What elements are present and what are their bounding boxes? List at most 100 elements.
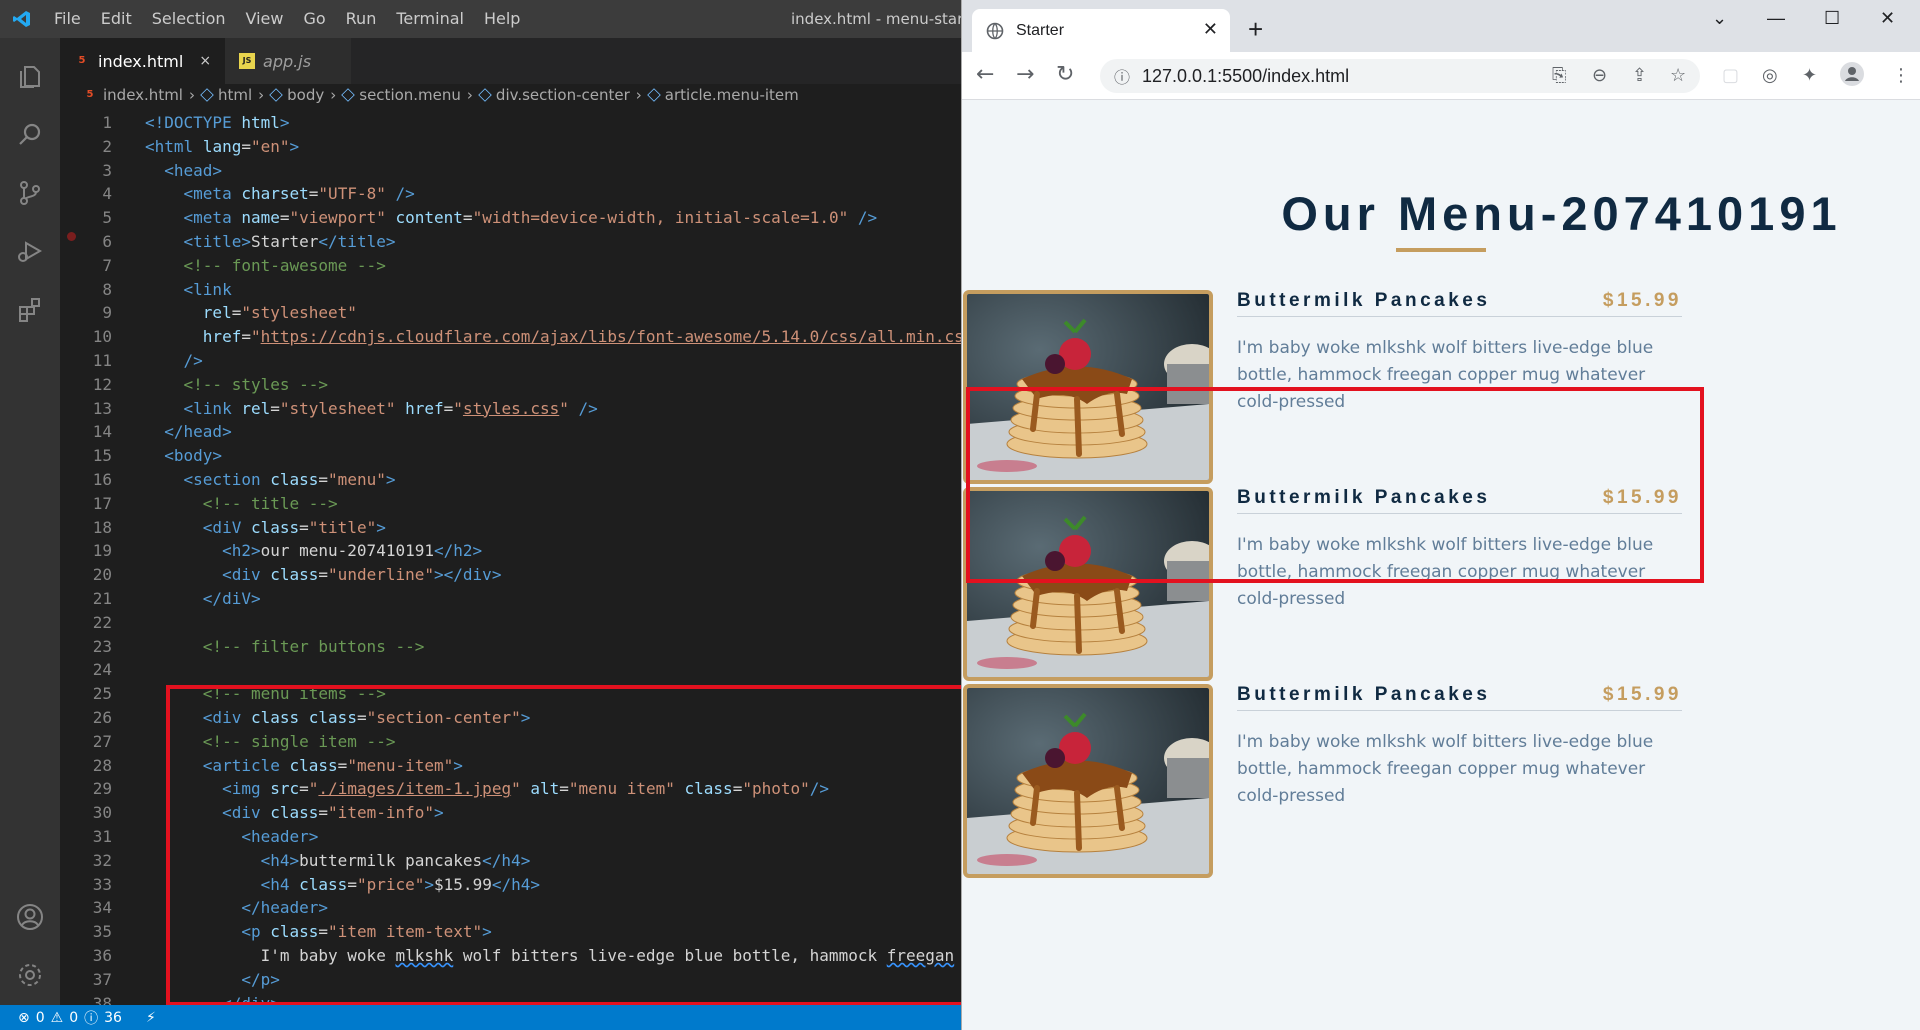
breadcrumb-item[interactable]: div.section-center: [478, 86, 630, 104]
menu-item: Buttermilk Pancakes $15.99 I'm baby woke…: [962, 487, 1702, 681]
item-description: I'm baby woke mlkshk wolf bitters live-e…: [1237, 732, 1654, 806]
symbol-element-icon: [269, 88, 283, 102]
code-line: 11 />: [92, 351, 203, 370]
back-icon[interactable]: ←: [976, 62, 994, 87]
tab-index-html[interactable]: 5 index.html ×: [60, 38, 226, 84]
code-line: 19 <h2>our menu-207410191</h2>: [92, 541, 483, 561]
reload-icon[interactable]: ↻: [1056, 62, 1074, 87]
menu-item: Buttermilk Pancakes $15.99 I'm baby woke…: [962, 684, 1702, 878]
minimize-icon[interactable]: —: [1767, 8, 1785, 29]
code-line: 38 </div>: [92, 993, 280, 1005]
browser-tab[interactable]: Starter ✕: [972, 9, 1230, 52]
live-server-icon[interactable]: ⚡: [146, 1010, 156, 1026]
maximize-icon[interactable]: ☐: [1824, 8, 1840, 29]
search-icon[interactable]: [0, 106, 60, 164]
code-line: 13 <link rel="stylesheet" href="styles.c…: [92, 398, 598, 418]
javascript-icon: JS: [239, 53, 256, 69]
forward-icon[interactable]: →: [1016, 62, 1034, 87]
extension-icon[interactable]: ◎: [1762, 65, 1778, 86]
title-underline: [1396, 248, 1486, 252]
breadcrumb-item[interactable]: section.menu: [341, 86, 461, 104]
menu-selection[interactable]: Selection: [142, 0, 236, 38]
error-icon[interactable]: ⊗: [18, 1010, 30, 1026]
more-menu-icon[interactable]: ⋮: [1892, 65, 1910, 86]
address-bar[interactable]: ⓘ 127.0.0.1:5500/index.html: [1100, 59, 1700, 93]
code-line: 22: [92, 612, 112, 632]
code-line: 20 <div class="underline"></div>: [92, 565, 502, 585]
breadcrumb-item[interactable]: body: [269, 86, 324, 104]
browser-toolbar: ← → ↻ ⓘ 127.0.0.1:5500/index.html ⎘ ⊖ ⇪ …: [962, 52, 1920, 100]
menu-run[interactable]: Run: [336, 0, 387, 38]
code-line: 27 <!-- single item -->: [92, 731, 396, 751]
breadcrumb-item[interactable]: 5 index.html: [82, 86, 183, 104]
tab-label: index.html: [98, 51, 184, 71]
chevron-right-icon: ›: [635, 86, 642, 104]
extensions-icon[interactable]: [0, 280, 60, 338]
browser-tab-title: Starter: [1016, 21, 1065, 39]
files-icon[interactable]: [0, 48, 60, 106]
code-line: 16 <section class="menu">: [92, 470, 396, 489]
bookmark-star-icon[interactable]: ☆: [1670, 65, 1686, 86]
zoom-icon[interactable]: ⊖: [1592, 65, 1607, 86]
code-line: 12 <!-- styles -->: [92, 374, 329, 394]
html5-icon: 5: [86, 89, 94, 100]
profile-avatar-icon[interactable]: [1839, 61, 1865, 92]
code-editor[interactable]: 1 <!DOCTYPE html> 2 <html lang="en"> 3 <he…: [60, 108, 961, 1005]
code-line: 15 <body>: [92, 446, 223, 466]
code-line: 17 <!-- title -->: [92, 493, 338, 513]
warning-icon[interactable]: ⚠: [51, 1010, 64, 1026]
browser-tab-bar: Starter ✕ + ⌄ — ☐ ✕: [962, 0, 1920, 52]
window-title: index.html - menu-starte: [791, 10, 961, 28]
code-line: 21 </diV>: [92, 589, 261, 608]
breadcrumb: 5 index.html › html › body › section.menu…: [60, 84, 961, 106]
code-line: 31 <header>: [92, 827, 319, 846]
menu-go[interactable]: Go: [293, 0, 335, 38]
code-line: 32 <h4>buttermilk pancakes</h4>: [92, 850, 531, 870]
activity-bar: [0, 38, 60, 1005]
run-debug-icon[interactable]: [0, 222, 60, 280]
code-line: 33 <h4 class="price">$15.99</h4>: [92, 874, 540, 894]
code-line: 7 <!-- font-awesome -->: [102, 255, 386, 275]
menu-help[interactable]: Help: [474, 0, 530, 38]
share-icon[interactable]: ⇪: [1632, 65, 1647, 86]
extension-icon[interactable]: ▢: [1722, 65, 1739, 86]
chevron-down-icon[interactable]: ⌄: [1712, 8, 1727, 29]
menu-edit[interactable]: Edit: [91, 0, 142, 38]
menu-view[interactable]: View: [236, 0, 294, 38]
item-name: Buttermilk Pancakes: [1237, 684, 1491, 705]
code-line: 28 <article class="menu-item">: [92, 755, 463, 775]
info-icon[interactable]: ⓘ: [84, 1008, 98, 1028]
puzzle-icon[interactable]: ✦: [1802, 65, 1817, 86]
source-control-icon[interactable]: [0, 164, 60, 222]
html5-icon: 5: [78, 55, 86, 66]
translate-icon[interactable]: ⎘: [1552, 65, 1566, 86]
close-icon[interactable]: ×: [199, 53, 211, 69]
breadcrumb-item[interactable]: html: [200, 86, 252, 104]
close-window-icon[interactable]: ✕: [1880, 8, 1895, 29]
code-line: 34 </header>: [92, 898, 329, 918]
symbol-element-icon: [478, 88, 492, 102]
code-line: 24: [92, 660, 112, 680]
code-line: 25 <!-- menu items -->: [92, 684, 386, 704]
settings-gear-icon[interactable]: [0, 946, 60, 1004]
code-line: 18 <diV class="title">: [92, 517, 386, 537]
close-icon[interactable]: ✕: [1203, 19, 1218, 40]
code-line: 37 </p>: [92, 969, 280, 989]
info-icon[interactable]: ⓘ: [1114, 64, 1130, 88]
chevron-right-icon: ›: [330, 86, 337, 104]
item-name: Buttermilk Pancakes: [1237, 290, 1491, 311]
code-line: 3 <head>: [102, 160, 223, 180]
menu-file[interactable]: File: [44, 0, 91, 38]
tab-app-js[interactable]: JS app.js: [225, 38, 352, 84]
menu-terminal[interactable]: Terminal: [386, 0, 474, 38]
code-line: 4 <meta charset="UTF-8" />: [102, 184, 415, 204]
warning-count: 0: [69, 1009, 79, 1026]
vscode-logo-icon: [0, 0, 44, 38]
account-icon[interactable]: [0, 888, 60, 946]
menu-item: Buttermilk Pancakes $15.99 I'm baby woke…: [962, 290, 1702, 484]
item-price: $15.99: [1602, 487, 1682, 508]
new-tab-icon[interactable]: +: [1248, 14, 1263, 45]
url-text[interactable]: 127.0.0.1:5500/index.html: [1142, 66, 1349, 87]
code-line: 30 <div class="item-info">: [92, 803, 444, 823]
breadcrumb-item[interactable]: article.menu-item: [647, 86, 799, 104]
